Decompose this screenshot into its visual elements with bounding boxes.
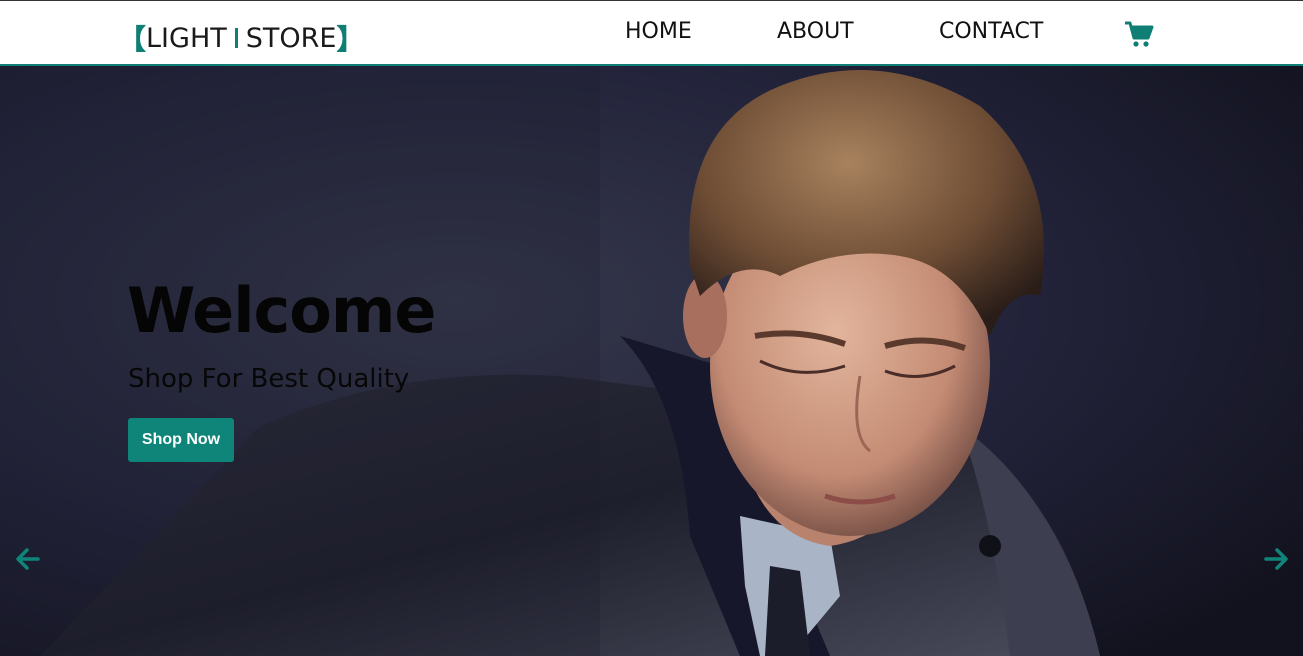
hero-title: Welcome — [127, 274, 436, 347]
arrow-right-icon[interactable] — [1263, 546, 1289, 572]
nav-link-home[interactable]: HOME — [625, 19, 692, 44]
nav-links: HOME ABOUT CONTACT — [0, 19, 1303, 51]
nav-link-about[interactable]: ABOUT — [777, 19, 854, 44]
hero-banner: Welcome Shop For Best Quality Shop Now — [0, 66, 1303, 656]
hero-photo — [0, 66, 1303, 656]
nav-link-contact[interactable]: CONTACT — [939, 19, 1043, 44]
arrow-left-icon[interactable] — [15, 546, 41, 572]
hero-subtitle: Shop For Best Quality — [128, 364, 410, 394]
navbar: 【 LIGHT STORE 】 HOME ABOUT CONTACT — [0, 0, 1303, 66]
shop-now-button[interactable]: Shop Now — [128, 418, 234, 462]
shopping-cart-icon[interactable] — [1124, 20, 1154, 48]
